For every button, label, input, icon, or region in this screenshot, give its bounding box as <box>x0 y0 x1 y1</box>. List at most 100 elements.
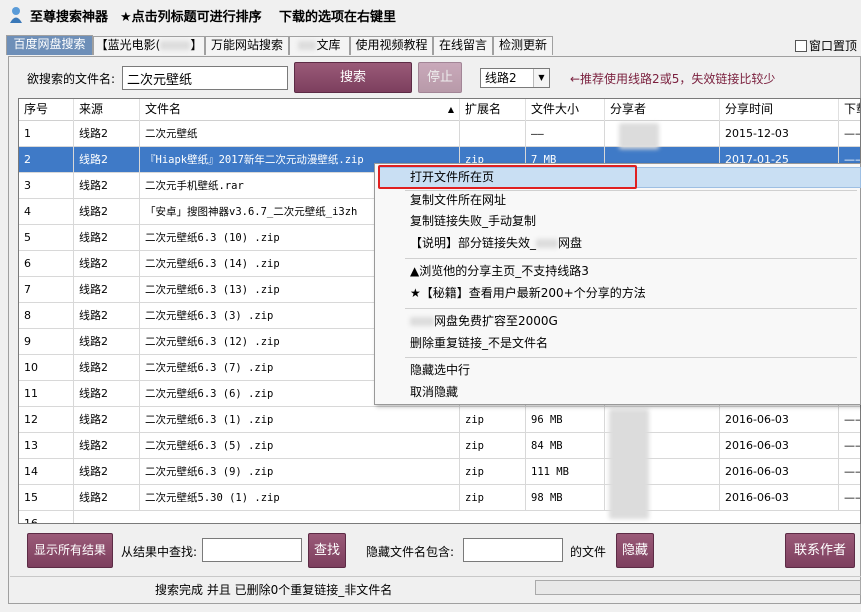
column-header-size[interactable]: 文件大小 <box>526 99 605 121</box>
column-header-ext[interactable]: 扩展名 <box>460 99 526 121</box>
status-separator <box>10 576 861 577</box>
cell-name: 二次元壁纸5.30 (1) .zip <box>140 485 460 511</box>
table-row[interactable]: 12 线路2 二次元壁纸6.3 (1) .zip zip 96 MB 2016-06-03… <box>19 407 860 433</box>
column-header-time[interactable]: 分享时间 <box>720 99 839 121</box>
find-button[interactable]: 查找 <box>308 533 346 568</box>
menu-separator <box>405 258 857 259</box>
table-row[interactable]: 13 线路2 二次元壁纸6.3 (5) .zip zip 84 MB 2016-06-03… <box>19 433 860 459</box>
app-icon <box>10 7 22 23</box>
pin-window-label: 窗口置顶 <box>809 39 858 53</box>
cell-ext: zip <box>460 485 526 511</box>
cell-source: 线路2 <box>74 381 140 407</box>
download-tip: 下载的选项在右键里 <box>279 10 397 25</box>
cell-source: 线路2 <box>74 251 140 277</box>
cell-source: 线路2 <box>74 303 140 329</box>
search-input[interactable] <box>122 66 288 90</box>
cell-source: 线路2 <box>74 199 140 225</box>
hide-label: 隐藏文件名包含: <box>366 545 455 559</box>
cell-size: 96 MB <box>526 407 605 433</box>
tab-universal-site[interactable]: 万能网站搜索 <box>205 36 289 55</box>
table-row[interactable]: 1线路2二次元壁纸——2015-12-03—— <box>19 121 860 147</box>
column-header-sharer[interactable]: 分享者 <box>605 99 720 121</box>
cell-no: 12 <box>19 407 74 433</box>
cell-source: 线路2 <box>74 485 140 511</box>
cell-no: 1 <box>19 121 74 147</box>
column-header-filename-label: 文件名 <box>145 102 182 116</box>
tab-online-message[interactable]: 在线留言 <box>433 36 493 55</box>
menu-item-browse-share[interactable]: ▲浏览他的分享主页_不支持线路3 <box>410 260 589 282</box>
cell-name: 二次元壁纸6.3 (1) .zip <box>140 407 460 433</box>
tab-check-update[interactable]: 检测更新 <box>493 36 553 55</box>
column-header-filename[interactable]: 文件名 ▲ <box>140 99 460 121</box>
menu-item-secret[interactable]: ★【秘籍】查看用户最新200+个分享的方法 <box>410 282 646 304</box>
progress-bar <box>535 580 861 595</box>
cell-no: 7 <box>19 277 74 303</box>
cell-source: 线路2 <box>74 225 140 251</box>
table-row[interactable]: 14 线路2 二次元壁纸6.3 (9) .zip zip 111 MB 2016-06-0… <box>19 459 860 485</box>
cell-source: 线路2 <box>74 277 140 303</box>
column-header-source[interactable]: 来源 <box>74 99 140 121</box>
cell-time: 2016-06-03 <box>720 485 839 511</box>
cell-time: 2016-06-03 <box>720 459 839 485</box>
cell-ext: zip <box>460 407 526 433</box>
pin-window-checkbox[interactable] <box>795 40 807 52</box>
route-select[interactable]: 线路2 ▼ <box>480 68 550 88</box>
tab-bluray-movie[interactable]: 【蓝光电影(】 <box>93 36 205 55</box>
tab-video-tutorial[interactable]: 使用视频教程 <box>350 36 433 55</box>
cell-dl: —— <box>839 121 860 147</box>
tab-library-label: 文库 <box>316 38 341 52</box>
contact-author-button[interactable]: 联系作者 <box>785 533 855 568</box>
cell-size: 84 MB <box>526 433 605 459</box>
menu-item-copy-manual[interactable]: 复制链接失败_手动复制 <box>410 210 536 232</box>
cell-no: 14 <box>19 459 74 485</box>
table-row[interactable]: 15 线路2 二次元壁纸5.30 (1) .zip zip 98 MB 2016-06-0… <box>19 485 860 511</box>
menu-item-remove-dup[interactable]: 删除重复链接_不是文件名 <box>410 332 548 354</box>
hide-button[interactable]: 隐藏 <box>616 533 654 568</box>
cell-source: 线路2 <box>74 121 140 147</box>
cell-time: 2015-12-03 <box>720 121 839 147</box>
cell-name: 二次元壁纸 <box>140 121 460 147</box>
menu-item-note[interactable]: 【说明】部分链接失效_ 网盘 <box>410 232 582 254</box>
tab-strip: 百度网盘搜索 【蓝光电影(】 万能网站搜索 文库 使用视频教程 在线留言 检测更… <box>0 34 861 56</box>
stop-button[interactable]: 停止 <box>418 62 462 93</box>
chevron-down-icon[interactable]: ▼ <box>533 69 549 87</box>
menu-item-unhide[interactable]: 取消隐藏 <box>410 381 458 403</box>
sharer-redaction-lower <box>609 409 649 519</box>
menu-item-expand-label: 网盘免费扩容至2000G <box>434 314 558 328</box>
menu-item-hide-selected[interactable]: 隐藏选中行 <box>410 359 470 381</box>
cell-no: 5 <box>19 225 74 251</box>
tab-baidu-search[interactable]: 百度网盘搜索 <box>6 35 93 55</box>
show-all-button[interactable]: 显示所有结果 <box>27 533 113 568</box>
search-button[interactable]: 搜索 <box>294 62 412 93</box>
tab-bluray-label: 【蓝光电影( <box>95 38 161 52</box>
cell-no: 11 <box>19 381 74 407</box>
sort-up-icon: ▲ <box>447 105 454 114</box>
tab-library[interactable]: 文库 <box>289 36 350 55</box>
cell-no: 9 <box>19 329 74 355</box>
menu-item-copy-url[interactable]: 复制文件所在网址 <box>410 189 506 211</box>
cell-no: 3 <box>19 173 74 199</box>
column-header-no[interactable]: 序号 <box>19 99 74 121</box>
hide-input[interactable] <box>463 538 563 562</box>
cell-time: 2016-06-03 <box>720 407 839 433</box>
cell-time: 2016-06-03 <box>720 433 839 459</box>
menu-item-note-label: 【说明】部分链接失效_ <box>410 236 537 250</box>
cell-source: 线路2 <box>74 355 140 381</box>
cell-size: 98 MB <box>526 485 605 511</box>
route-hint: ←推荐使用线路2或5，失效链接比较少 <box>570 72 776 86</box>
cell-source: 线路2 <box>74 173 140 199</box>
find-input[interactable] <box>202 538 302 562</box>
menu-separator <box>405 357 857 358</box>
menu-item-expand-disk[interactable]: 网盘免费扩容至2000G <box>410 310 558 332</box>
cell-dl: —— <box>839 459 860 485</box>
cell-source: 线路2 <box>74 407 140 433</box>
find-label: 从结果中查找: <box>121 545 198 559</box>
cell-no: 8 <box>19 303 74 329</box>
cell-no: 13 <box>19 433 74 459</box>
menu-item-note-suffix: 网盘 <box>558 236 583 250</box>
table-header: 序号 来源 文件名 ▲ 扩展名 文件大小 分享者 分享时间 下载 <box>19 99 860 121</box>
cell-dl: —— <box>839 485 860 511</box>
cell-no: 4 <box>19 199 74 225</box>
pin-window-toggle[interactable]: 窗口置顶 <box>795 37 857 54</box>
column-header-download[interactable]: 下载 <box>839 99 860 121</box>
